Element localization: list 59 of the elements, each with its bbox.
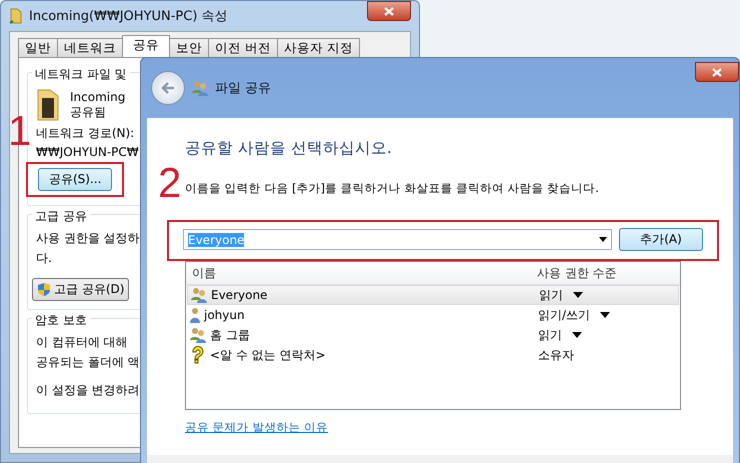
user-row[interactable]: johyun 읽기/쓰기 bbox=[187, 305, 679, 325]
column-header[interactable]: 사용 권한 수준 bbox=[531, 262, 680, 285]
description-line: 사용 권한을 설정하 bbox=[36, 230, 140, 247]
user-row[interactable]: Everyone 읽기 bbox=[187, 285, 679, 305]
add-button[interactable]: 추가(A) bbox=[619, 228, 703, 251]
window-title: Incoming(₩₩JOHYUN-PC) 속성 bbox=[29, 8, 228, 25]
share-button[interactable]: 공유(S)... bbox=[38, 168, 112, 191]
users-icon bbox=[189, 327, 207, 343]
tab[interactable]: 이전 버전 bbox=[208, 38, 278, 57]
folder-icon bbox=[36, 88, 60, 122]
description-line: 공유되는 폴더에 액 bbox=[36, 354, 140, 371]
advanced-sharing-button[interactable]: 고급 공유(D) bbox=[32, 278, 130, 301]
group-title: 암호 보호 bbox=[32, 312, 90, 329]
permission-level: 읽기 bbox=[539, 286, 563, 304]
dropdown-arrow-icon[interactable] bbox=[572, 332, 582, 338]
close-icon bbox=[384, 6, 394, 16]
instruction-text: 이름을 입력한 다음 [추가]를 클릭하거나 화살표를 클릭하여 사람을 찾습니다. bbox=[185, 181, 600, 196]
network-path: ₩₩JOHYUN-PC₩ bbox=[36, 145, 139, 159]
user-icon bbox=[189, 307, 201, 323]
step-number: 2 bbox=[158, 162, 182, 204]
description-line: 이 설정을 변경하려 bbox=[36, 382, 140, 399]
close-button[interactable] bbox=[695, 62, 739, 82]
user-name: 홈 그룹 bbox=[210, 326, 250, 344]
dialog-title: 파일 공유 bbox=[215, 80, 272, 97]
user-name: johyun bbox=[204, 308, 245, 322]
tab[interactable]: 사용자 지정 bbox=[276, 38, 360, 57]
description-line: 이 컴퓨터에 대해 bbox=[36, 334, 128, 351]
step-number: 1 bbox=[8, 110, 32, 152]
group-title: 네트워크 파일 및 bbox=[32, 66, 130, 83]
user-row[interactable]: <알 수 없는 연락처> 소유자 bbox=[187, 345, 679, 365]
users-icon bbox=[191, 80, 209, 96]
folder-icon bbox=[9, 8, 23, 24]
group-title: 고급 공유 bbox=[32, 208, 90, 225]
close-icon bbox=[712, 68, 722, 76]
description-line: 다. bbox=[36, 250, 52, 267]
dropdown-arrow-icon[interactable] bbox=[573, 292, 583, 298]
shield-icon bbox=[37, 282, 51, 297]
dialog-heading: 공유할 사람을 선택하십시오. bbox=[185, 138, 393, 159]
help-link[interactable]: 공유 문제가 발생하는 이유 bbox=[185, 420, 328, 435]
tab[interactable]: 일반 bbox=[18, 38, 58, 57]
user-name: Everyone bbox=[211, 288, 268, 302]
tab[interactable]: 네트워크 bbox=[57, 38, 123, 57]
permission-level: 읽기/쓰기 bbox=[538, 306, 590, 324]
dropdown-arrow-icon[interactable] bbox=[600, 312, 610, 318]
path-label: 네트워크 경로(N): bbox=[36, 125, 134, 142]
tab[interactable]: 공유 bbox=[122, 35, 170, 57]
permission-level: 읽기 bbox=[538, 326, 562, 344]
user-row[interactable]: 홈 그룹 읽기 bbox=[187, 325, 679, 345]
permission-level: 소유자 bbox=[538, 346, 574, 364]
folder-status: 공유됨 bbox=[70, 104, 106, 120]
column-header[interactable]: 이름 bbox=[186, 262, 531, 285]
close-button[interactable] bbox=[367, 1, 411, 21]
back-arrow-icon bbox=[161, 82, 175, 94]
user-name: <알 수 없는 연락처> bbox=[210, 346, 326, 364]
tab[interactable]: 보안 bbox=[169, 38, 209, 57]
dropdown-arrow-icon bbox=[599, 237, 607, 242]
users-icon bbox=[190, 287, 208, 303]
folder-name: Incoming bbox=[70, 90, 126, 104]
back-button[interactable] bbox=[151, 71, 185, 105]
